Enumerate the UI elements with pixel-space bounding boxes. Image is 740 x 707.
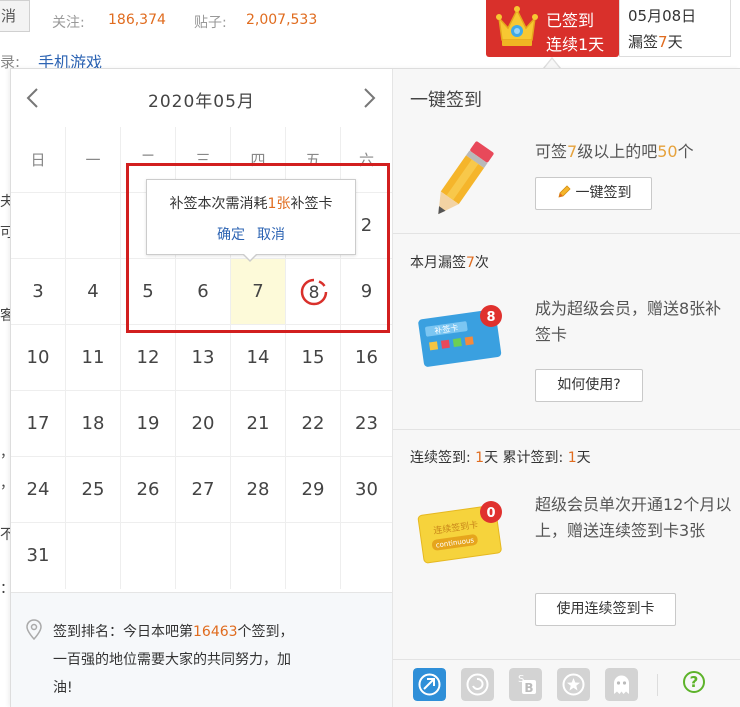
ghost-icon[interactable]: [605, 668, 638, 701]
rank-info: 签到排名：今日本吧第16463个签到， 一百强的地位需要大家的共同努力，加 油!: [11, 592, 392, 707]
bg-text-fragment: 不: [0, 527, 10, 543]
side-panel-title: 一键签到: [410, 90, 482, 111]
streak-status: 连续1天: [546, 35, 605, 54]
cancel-follow-button[interactable]: 消: [0, 0, 30, 32]
bg-text-fragment: ，: [0, 442, 10, 462]
day-cell-empty: [66, 193, 121, 259]
day-cell[interactable]: 30: [341, 457, 392, 523]
continuous-card-promo: 超级会员单次开通12个月以上，赠送连续签到卡3张: [535, 495, 732, 540]
streak-summary: 连续签到: 1天 累计签到: 1天: [410, 450, 591, 466]
month-missed-label: 本月漏签7次: [410, 255, 489, 271]
current-date: 05月08日: [628, 7, 697, 25]
day-cell-empty: [176, 523, 231, 589]
day-cell[interactable]: 26: [121, 457, 176, 523]
rank-line-2: 一百强的地位需要大家的共同努力，加: [53, 652, 291, 668]
day-cell[interactable]: 11: [66, 325, 121, 391]
weekday-sun: 日: [11, 127, 66, 193]
day-cell[interactable]: 18: [66, 391, 121, 457]
day-cell[interactable]: 16: [341, 325, 392, 391]
calendar-month-title: 2020年05月: [148, 92, 255, 112]
calendar-header: 2020年05月: [11, 69, 392, 127]
chevron-right-icon[interactable]: [359, 86, 379, 110]
one-click-sign-button[interactable]: 一键签到: [535, 177, 652, 210]
calendar-panel: 2020年05月 日 一 二 三 四 五 六 1 2: [11, 69, 393, 707]
annotation-highlight-box: [126, 163, 390, 333]
day-cell-empty: [341, 523, 392, 589]
day-cell[interactable]: 15: [286, 325, 341, 391]
footer-divider: [657, 674, 658, 696]
missed-days: 漏签7天: [628, 33, 683, 51]
svg-text:B: B: [524, 681, 533, 695]
day-cell-empty: [286, 523, 341, 589]
bg-text-fragment: 可: [0, 225, 10, 241]
popup-caret: [543, 57, 561, 69]
day-cell-empty: [66, 523, 121, 589]
day-cell[interactable]: 10: [11, 325, 66, 391]
how-to-use-button[interactable]: 如何使用?: [535, 369, 643, 402]
posts-label: 贴子:: [194, 15, 227, 31]
day-cell[interactable]: 21: [231, 391, 286, 457]
date-box: 05月08日 漏签7天: [619, 0, 731, 57]
day-cell[interactable]: 13: [176, 325, 231, 391]
svg-text:0: 0: [486, 506, 495, 521]
star-icon[interactable]: [557, 668, 590, 701]
day-cell-empty: [231, 523, 286, 589]
day-cell[interactable]: 23: [341, 391, 392, 457]
pencil-small-icon: [557, 185, 571, 198]
footer-icon-bar: S B ?: [393, 659, 740, 707]
share-icon[interactable]: [413, 668, 446, 701]
rank-line-3: 油!: [53, 680, 73, 696]
day-cell[interactable]: 27: [176, 457, 231, 523]
day-cell[interactable]: 31: [11, 523, 66, 589]
continuous-card-icon: 连续签到卡 continuous 0: [417, 501, 502, 564]
bg-text-fragment: 客: [0, 308, 10, 324]
follow-label: 关注:: [52, 15, 85, 31]
day-cell[interactable]: 14: [231, 325, 286, 391]
refresh-icon[interactable]: [461, 668, 494, 701]
weekday-mon: 一: [66, 127, 121, 193]
day-cell[interactable]: 17: [11, 391, 66, 457]
day-cell[interactable]: 3: [11, 259, 66, 325]
posts-count: 2,007,533: [246, 12, 318, 28]
signed-status: 已签到: [546, 11, 595, 30]
signed-in-button[interactable]: 已签到 连续1天: [486, 0, 619, 57]
follow-count: 186,374: [108, 12, 166, 28]
day-cell[interactable]: 24: [11, 457, 66, 523]
sb-icon[interactable]: S B: [509, 668, 542, 701]
bg-text-fragment: ：: [0, 578, 10, 598]
crown-icon: [496, 6, 538, 46]
use-continuous-card-button[interactable]: 使用连续签到卡: [535, 593, 676, 626]
svg-text:8: 8: [486, 310, 495, 325]
day-cell[interactable]: 20: [176, 391, 231, 457]
bg-text-fragment: ，: [0, 473, 10, 493]
sign-eligible-text: 可签7级以上的吧50个: [535, 142, 694, 161]
day-cell-empty: [121, 523, 176, 589]
pencil-icon: [438, 141, 494, 215]
day-cell[interactable]: 22: [286, 391, 341, 457]
day-cell[interactable]: 25: [66, 457, 121, 523]
day-cell[interactable]: 29: [286, 457, 341, 523]
rank-line-1: 签到排名：今日本吧第16463个签到，: [53, 624, 294, 640]
day-cell[interactable]: 12: [121, 325, 176, 391]
day-cell-empty: [11, 193, 66, 259]
day-cell[interactable]: 28: [231, 457, 286, 523]
signin-side-panel: 一键签到 可签7级以上的吧50个 一键签到 本月漏签7次 补签卡 8 成为超级会…: [393, 69, 740, 707]
help-icon[interactable]: ?: [683, 671, 705, 693]
signin-popup: 2020年05月 日 一 二 三 四 五 六 1 2: [10, 68, 740, 707]
makeup-card-icon: 补签卡 8: [418, 305, 502, 367]
forum-header: 消 关注: 186,374 贴子: 2,007,533 录: 手机游戏 已签到 …: [0, 0, 740, 72]
bg-text-fragment: 夫: [0, 194, 10, 210]
makeup-card-promo: 成为超级会员，赠送8张补签卡: [535, 299, 722, 344]
day-cell[interactable]: 19: [121, 391, 176, 457]
day-cell[interactable]: 4: [66, 259, 121, 325]
location-pin-icon: [26, 619, 42, 641]
